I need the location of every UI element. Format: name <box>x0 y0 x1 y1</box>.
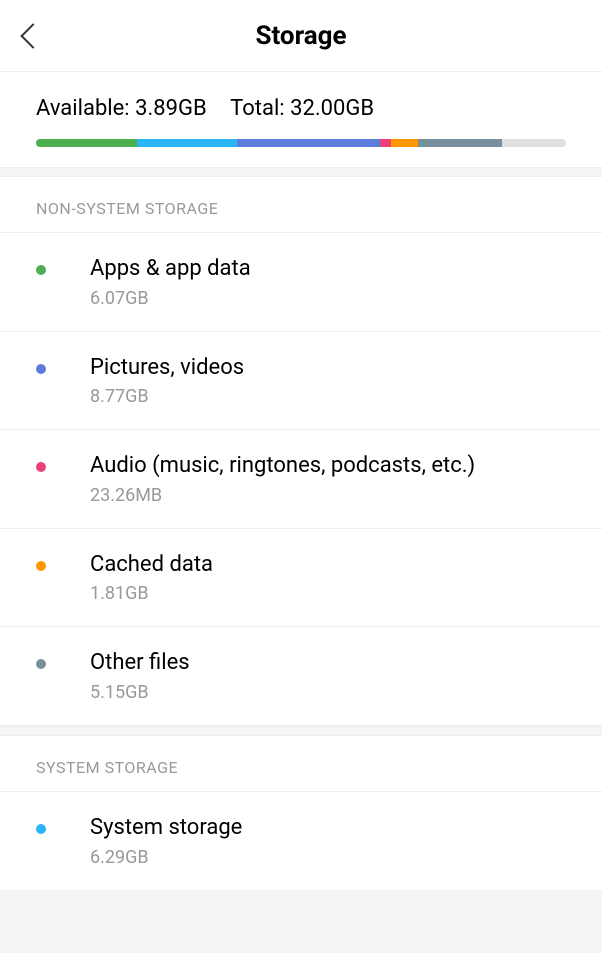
storage-item[interactable]: Audio (music, ringtones, podcasts, etc.)… <box>0 430 602 529</box>
bar-segment <box>137 139 238 147</box>
item-content: Other files 5.15GB <box>90 649 566 703</box>
storage-summary: Available: 3.89GB Total: 32.00GB <box>0 72 602 167</box>
item-size: 5.15GB <box>90 682 566 703</box>
page-header: Storage <box>0 0 602 72</box>
item-content: System storage 6.29GB <box>90 814 566 868</box>
bar-segment <box>237 139 380 147</box>
section-gap <box>0 726 602 736</box>
storage-item[interactable]: Cached data 1.81GB <box>0 529 602 628</box>
dot-icon <box>36 364 46 374</box>
item-label: Apps & app data <box>90 255 566 284</box>
item-label: Other files <box>90 649 566 678</box>
item-content: Audio (music, ringtones, podcasts, etc.)… <box>90 452 566 506</box>
dot-icon <box>36 462 46 472</box>
section-header-system: SYSTEM STORAGE <box>0 736 602 792</box>
storage-item[interactable]: Other files 5.15GB <box>0 627 602 726</box>
storage-item[interactable]: Pictures, videos 8.77GB <box>0 332 602 431</box>
available-label: Available: <box>36 96 130 121</box>
item-content: Cached data 1.81GB <box>90 551 566 605</box>
total-value: 32.00GB <box>290 96 374 121</box>
storage-item[interactable]: Apps & app data 6.07GB <box>0 233 602 332</box>
storage-item[interactable]: System storage 6.29GB <box>0 792 602 891</box>
item-content: Apps & app data 6.07GB <box>90 255 566 309</box>
dot-icon <box>36 561 46 571</box>
summary-text: Available: 3.89GB Total: 32.00GB <box>36 96 566 121</box>
item-label: Audio (music, ringtones, podcasts, etc.) <box>90 452 566 481</box>
available-value: 3.89GB <box>135 96 207 121</box>
item-content: Pictures, videos 8.77GB <box>90 354 566 408</box>
section-gap <box>0 167 602 177</box>
dot-icon <box>36 659 46 669</box>
bar-segment <box>418 139 503 147</box>
bar-segment <box>391 139 418 147</box>
bar-segment <box>380 139 391 147</box>
storage-bar <box>36 139 566 147</box>
dot-icon <box>36 265 46 275</box>
system-list: System storage 6.29GB <box>0 792 602 891</box>
item-size: 6.07GB <box>90 288 566 309</box>
bar-segment <box>36 139 137 147</box>
item-size: 1.81GB <box>90 583 566 604</box>
item-label: Pictures, videos <box>90 354 566 383</box>
page-title: Storage <box>0 21 602 51</box>
item-label: System storage <box>90 814 566 843</box>
item-label: Cached data <box>90 551 566 580</box>
back-icon[interactable] <box>20 23 45 48</box>
bar-segment <box>502 139 566 147</box>
dot-icon <box>36 824 46 834</box>
non-system-list: Apps & app data 6.07GB Pictures, videos 8.7… <box>0 233 602 726</box>
section-header-non-system: NON-SYSTEM STORAGE <box>0 177 602 233</box>
item-size: 8.77GB <box>90 386 566 407</box>
total-label: Total: <box>230 96 284 121</box>
item-size: 23.26MB <box>90 485 566 506</box>
item-size: 6.29GB <box>90 847 566 868</box>
